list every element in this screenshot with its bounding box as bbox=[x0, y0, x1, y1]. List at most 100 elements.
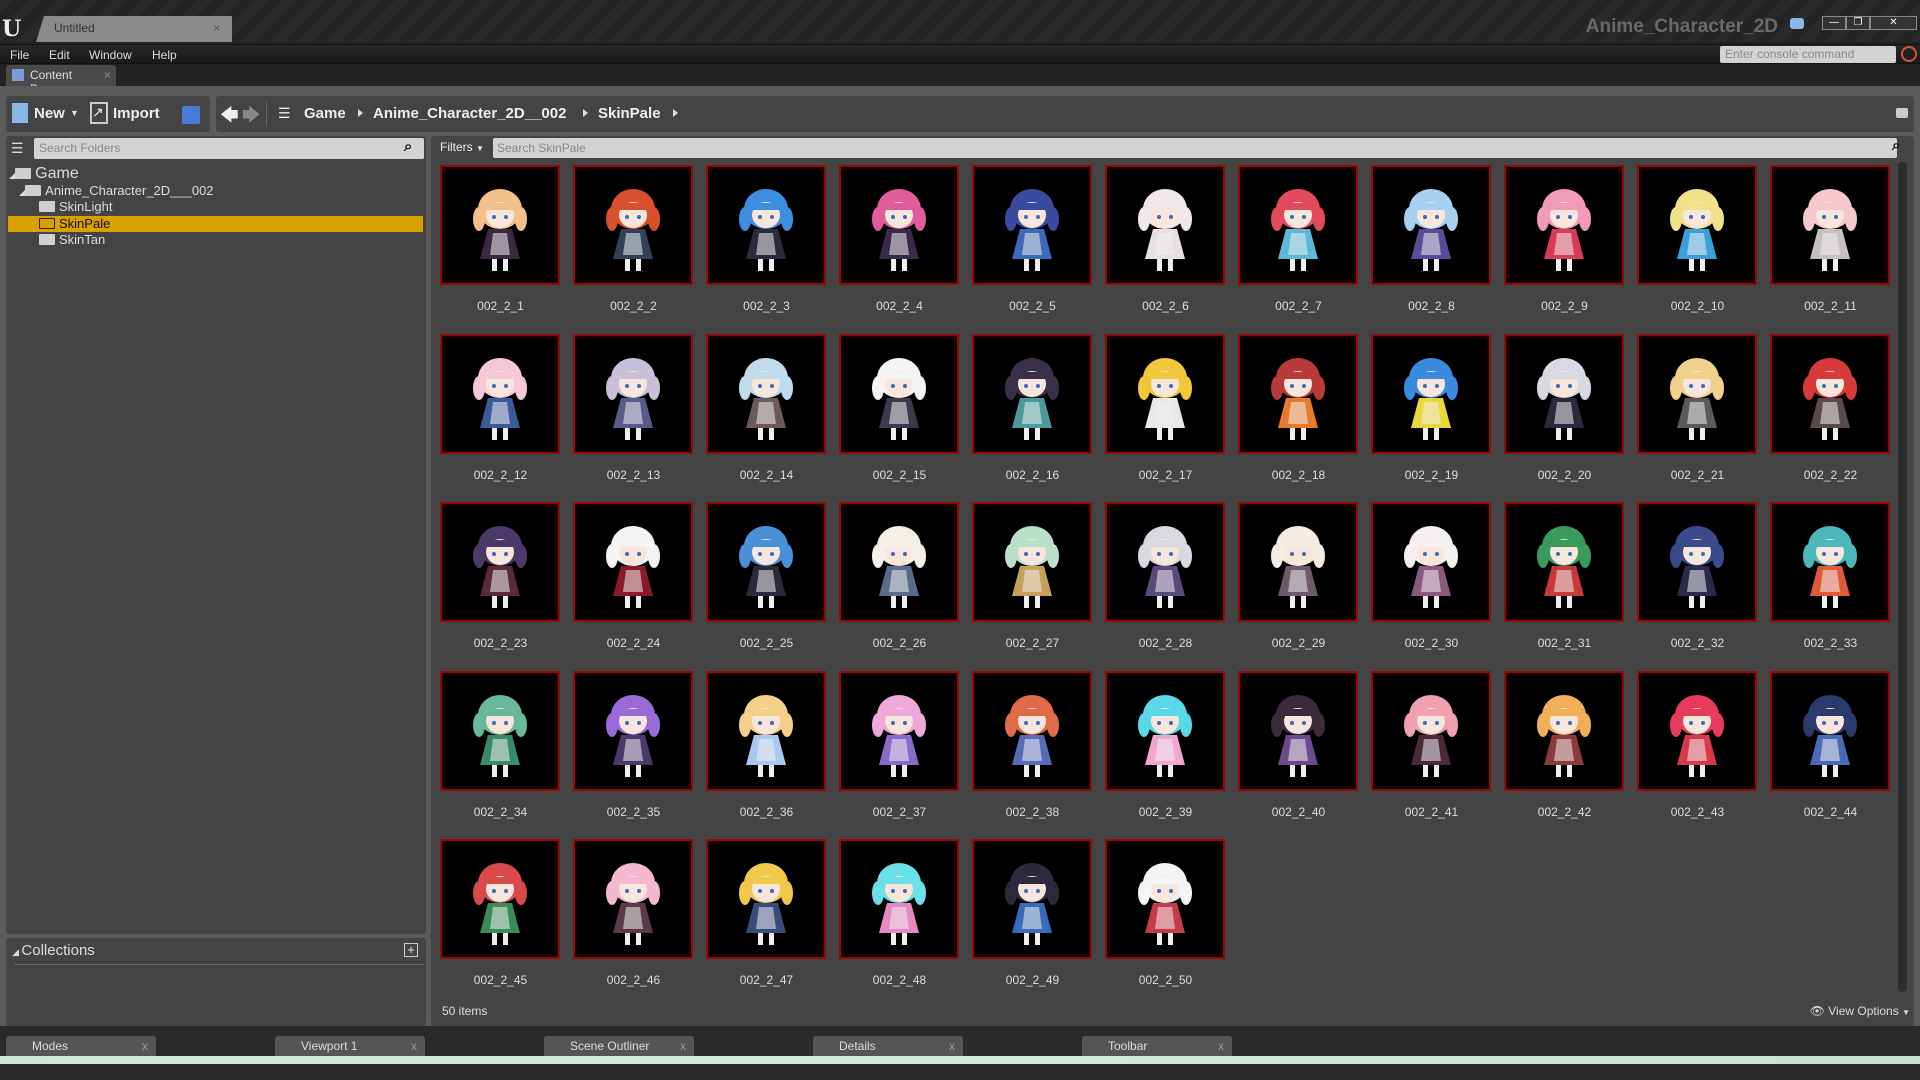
asset-tile[interactable] bbox=[1371, 671, 1491, 791]
asset-tile[interactable] bbox=[1238, 502, 1358, 622]
asset-tile[interactable] bbox=[1371, 165, 1491, 285]
back-icon[interactable]: 🡄 bbox=[220, 103, 239, 133]
close-icon[interactable]: × bbox=[213, 21, 220, 35]
asset-tile[interactable] bbox=[839, 165, 959, 285]
forward-icon[interactable]: 🡆 bbox=[242, 103, 261, 133]
asset-tile[interactable] bbox=[972, 502, 1092, 622]
menu-edit[interactable]: Edit bbox=[49, 48, 70, 62]
asset-tile[interactable] bbox=[1105, 671, 1225, 791]
asset-tile[interactable] bbox=[440, 839, 560, 959]
feedback-icon[interactable] bbox=[1790, 18, 1804, 29]
asset-tile[interactable] bbox=[706, 839, 826, 959]
minimize-button[interactable]: — bbox=[1822, 16, 1846, 30]
asset-tile[interactable] bbox=[1637, 671, 1757, 791]
asset-tile[interactable] bbox=[1371, 502, 1491, 622]
filters-button[interactable]: Filters ▼ bbox=[440, 140, 484, 154]
path-list-icon[interactable]: ☰ bbox=[278, 105, 291, 122]
folder-skinpale[interactable]: SkinPale bbox=[39, 216, 110, 231]
breadcrumb-arrow-icon[interactable] bbox=[583, 109, 588, 117]
asset-tile[interactable] bbox=[573, 334, 693, 454]
breadcrumb-game[interactable]: Game bbox=[304, 105, 346, 122]
asset-tile[interactable] bbox=[1770, 671, 1890, 791]
asset-tile[interactable] bbox=[1770, 334, 1890, 454]
search-assets-input[interactable]: Search SkinPale bbox=[493, 138, 1897, 158]
asset-tile[interactable] bbox=[1105, 502, 1225, 622]
asset-tile[interactable] bbox=[972, 671, 1092, 791]
content-browser-tab[interactable]: Content Browser× bbox=[6, 65, 116, 86]
asset-tile[interactable] bbox=[1504, 165, 1624, 285]
menu-help[interactable]: Help bbox=[152, 48, 177, 62]
asset-tile[interactable] bbox=[573, 502, 693, 622]
tab-scene-outliner[interactable]: Scene Outlinerx bbox=[544, 1036, 694, 1056]
asset-tile[interactable] bbox=[972, 334, 1092, 454]
asset-tile[interactable] bbox=[1105, 839, 1225, 959]
asset-tile[interactable] bbox=[1105, 165, 1225, 285]
close-icon[interactable]: x bbox=[949, 1039, 955, 1053]
document-tab[interactable]: Untitled× bbox=[36, 16, 232, 42]
asset-tile[interactable] bbox=[573, 671, 693, 791]
new-button[interactable]: New bbox=[34, 105, 65, 122]
asset-tile[interactable] bbox=[1238, 165, 1358, 285]
asset-tile[interactable] bbox=[573, 165, 693, 285]
breadcrumb-arrow-icon[interactable] bbox=[358, 109, 363, 117]
scrollbar[interactable] bbox=[1898, 162, 1907, 992]
asset-tile[interactable] bbox=[972, 165, 1092, 285]
asset-tile[interactable] bbox=[839, 671, 959, 791]
asset-tile[interactable] bbox=[1238, 671, 1358, 791]
menu-file[interactable]: File bbox=[10, 48, 29, 62]
breadcrumb-character[interactable]: Anime_Character_2D__002 bbox=[373, 105, 566, 122]
asset-tile[interactable] bbox=[1770, 165, 1890, 285]
asset-tile[interactable] bbox=[440, 671, 560, 791]
asset-tile[interactable] bbox=[440, 334, 560, 454]
asset-tile[interactable] bbox=[839, 502, 959, 622]
asset-tile[interactable] bbox=[1105, 334, 1225, 454]
folder-skintan[interactable]: SkinTan bbox=[39, 232, 105, 247]
save-icon[interactable] bbox=[182, 106, 200, 124]
lock-icon[interactable] bbox=[1896, 108, 1908, 118]
close-icon[interactable]: × bbox=[104, 68, 111, 82]
asset-tile[interactable] bbox=[706, 165, 826, 285]
asset-tile[interactable] bbox=[706, 671, 826, 791]
close-icon[interactable]: x bbox=[1218, 1039, 1224, 1053]
breadcrumb-skinpale[interactable]: SkinPale bbox=[598, 105, 661, 122]
folder-game[interactable]: ◢Game bbox=[9, 165, 79, 183]
asset-tile[interactable] bbox=[1371, 334, 1491, 454]
tab-modes[interactable]: Modesx bbox=[6, 1036, 156, 1056]
close-icon[interactable]: x bbox=[411, 1039, 417, 1053]
restore-button[interactable]: ❐ bbox=[1846, 16, 1870, 30]
tab-viewport[interactable]: Viewport 1x bbox=[275, 1036, 425, 1056]
collections-header[interactable]: ◢ Collections bbox=[12, 942, 95, 959]
asset-tile[interactable] bbox=[573, 839, 693, 959]
folder-skinlight[interactable]: SkinLight bbox=[39, 199, 112, 214]
asset-tile[interactable] bbox=[440, 165, 560, 285]
tab-details[interactable]: Detailsx bbox=[813, 1036, 963, 1056]
view-options-button[interactable]: 👁 View Options ▼ bbox=[1810, 1004, 1910, 1018]
close-window-button[interactable]: ✕ bbox=[1870, 16, 1917, 30]
import-button[interactable]: Import bbox=[113, 105, 160, 122]
chevron-down-icon[interactable]: ▼ bbox=[70, 108, 79, 118]
asset-tile[interactable] bbox=[706, 334, 826, 454]
folder-anime-character[interactable]: ◢Anime_Character_2D___002 bbox=[19, 183, 214, 198]
asset-tile[interactable] bbox=[1238, 334, 1358, 454]
tab-toolbar[interactable]: Toolbarx bbox=[1082, 1036, 1232, 1056]
asset-tile[interactable] bbox=[1504, 334, 1624, 454]
close-icon[interactable]: x bbox=[142, 1039, 148, 1053]
menu-window[interactable]: Window bbox=[89, 48, 132, 62]
breadcrumb-arrow-icon[interactable] bbox=[673, 109, 678, 117]
asset-tile[interactable] bbox=[706, 502, 826, 622]
sources-toggle-icon[interactable]: ☰ bbox=[11, 140, 24, 157]
add-collection-button[interactable]: + bbox=[404, 943, 418, 957]
asset-tile[interactable] bbox=[1637, 165, 1757, 285]
asset-tile[interactable] bbox=[1637, 334, 1757, 454]
asset-tile[interactable] bbox=[440, 502, 560, 622]
asset-tile[interactable] bbox=[1504, 502, 1624, 622]
console-input[interactable]: Enter console command bbox=[1720, 46, 1896, 63]
asset-tile[interactable] bbox=[972, 839, 1092, 959]
close-icon[interactable]: x bbox=[680, 1039, 686, 1053]
asset-tile[interactable] bbox=[1504, 671, 1624, 791]
search-folders-input[interactable]: Search Folders bbox=[34, 138, 424, 159]
asset-tile[interactable] bbox=[1637, 502, 1757, 622]
asset-tile[interactable] bbox=[839, 839, 959, 959]
no-entry-icon[interactable] bbox=[1901, 46, 1917, 62]
asset-tile[interactable] bbox=[1770, 502, 1890, 622]
